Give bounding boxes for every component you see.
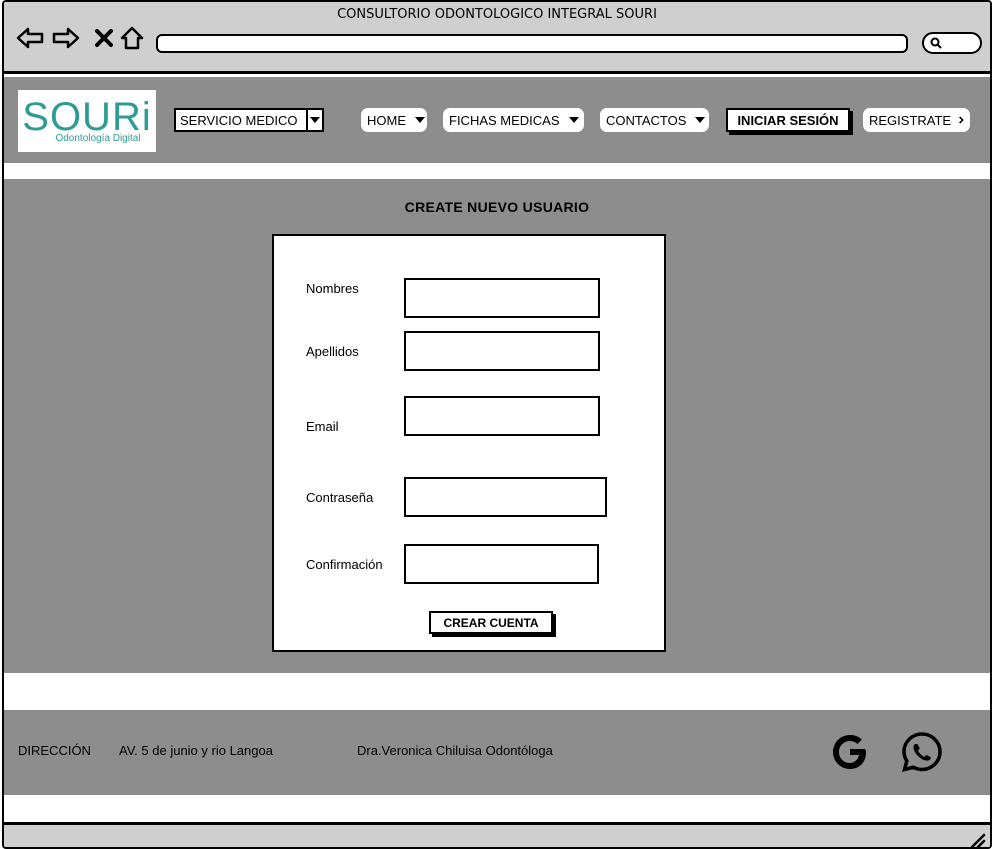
google-icon[interactable] bbox=[828, 730, 872, 774]
register-label: REGISTRATE bbox=[869, 112, 952, 128]
chevron-down-icon bbox=[695, 117, 706, 123]
create-account-button[interactable]: CREAR CUENTA bbox=[429, 611, 553, 634]
doctor-name: Dra.Veronica Chiluisa Odontóloga bbox=[357, 743, 553, 758]
menu-fichas-label: FICHAS MEDICAS bbox=[449, 112, 560, 128]
chevron-down-icon bbox=[415, 117, 425, 123]
chevron-down-icon bbox=[568, 117, 579, 123]
whatsapp-icon[interactable] bbox=[900, 730, 944, 774]
divider-strip bbox=[4, 163, 990, 179]
label-nombres: Nombres bbox=[306, 281, 359, 296]
input-email[interactable] bbox=[404, 396, 600, 436]
forward-arrow-icon[interactable] bbox=[52, 24, 80, 52]
menu-contactos[interactable]: CONTACTOS bbox=[600, 108, 709, 132]
browser-window: CONSULTORIO ODONTOLOGICO INTEGRAL SOURI … bbox=[2, 0, 992, 849]
back-arrow-icon[interactable] bbox=[16, 24, 44, 52]
menu-home-label: HOME bbox=[367, 112, 406, 128]
search-field[interactable] bbox=[922, 32, 982, 54]
status-bar bbox=[4, 822, 990, 847]
input-confirmacion[interactable] bbox=[404, 544, 599, 584]
logo-tagline: Odontología Digital bbox=[55, 132, 141, 144]
service-select[interactable]: SERVICIO MEDICO bbox=[174, 108, 324, 132]
window-title: CONSULTORIO ODONTOLOGICO INTEGRAL SOURI bbox=[337, 7, 657, 22]
page-bottom bbox=[4, 795, 990, 822]
site-footer: DIRECCIÓN AV. 5 de junio y rio Langoa Dr… bbox=[4, 710, 990, 795]
label-contrasena: Contraseña bbox=[306, 490, 374, 505]
close-x-icon[interactable] bbox=[90, 24, 118, 52]
spacer bbox=[4, 673, 990, 710]
input-nombres[interactable] bbox=[404, 278, 600, 318]
input-apellidos[interactable] bbox=[404, 331, 600, 371]
registration-form: Nombres Apellidos Email Contraseña Confi… bbox=[272, 234, 666, 652]
browser-toolbar: CONSULTORIO ODONTOLOGICO INTEGRAL SOURI bbox=[4, 2, 990, 74]
site-header: SOURi Odontología Digital SERVICIO MEDIC… bbox=[4, 77, 990, 163]
chevron-down-icon bbox=[306, 110, 322, 130]
register-button[interactable]: REGISTRATE bbox=[863, 108, 970, 132]
form-title: CREATE NUEVO USUARIO bbox=[404, 199, 590, 215]
chevron-right-icon bbox=[959, 116, 964, 124]
label-apellidos: Apellidos bbox=[306, 344, 359, 359]
label-email: Email bbox=[306, 419, 339, 434]
menu-fichas-medicas[interactable]: FICHAS MEDICAS bbox=[443, 108, 584, 132]
service-select-value: SERVICIO MEDICO bbox=[180, 112, 298, 128]
address-label: DIRECCIÓN bbox=[18, 743, 91, 758]
input-contrasena[interactable] bbox=[404, 477, 607, 517]
souri-logo[interactable]: SOURi Odontología Digital bbox=[18, 90, 156, 152]
menu-home[interactable]: HOME bbox=[361, 108, 427, 132]
menu-contactos-label: CONTACTOS bbox=[606, 112, 687, 128]
resize-grip-icon[interactable] bbox=[968, 831, 986, 847]
logo-wordmark: SOURi bbox=[22, 94, 152, 139]
main-content: CREATE NUEVO USUARIO Nombres Apellidos E… bbox=[4, 179, 990, 673]
home-icon[interactable] bbox=[118, 24, 146, 52]
search-icon bbox=[930, 37, 942, 49]
label-confirmacion: Confirmación bbox=[306, 557, 383, 572]
login-button[interactable]: INICIAR SESIÓN bbox=[726, 108, 850, 132]
url-bar[interactable] bbox=[156, 34, 908, 53]
address-text: AV. 5 de junio y rio Langoa bbox=[119, 743, 273, 758]
